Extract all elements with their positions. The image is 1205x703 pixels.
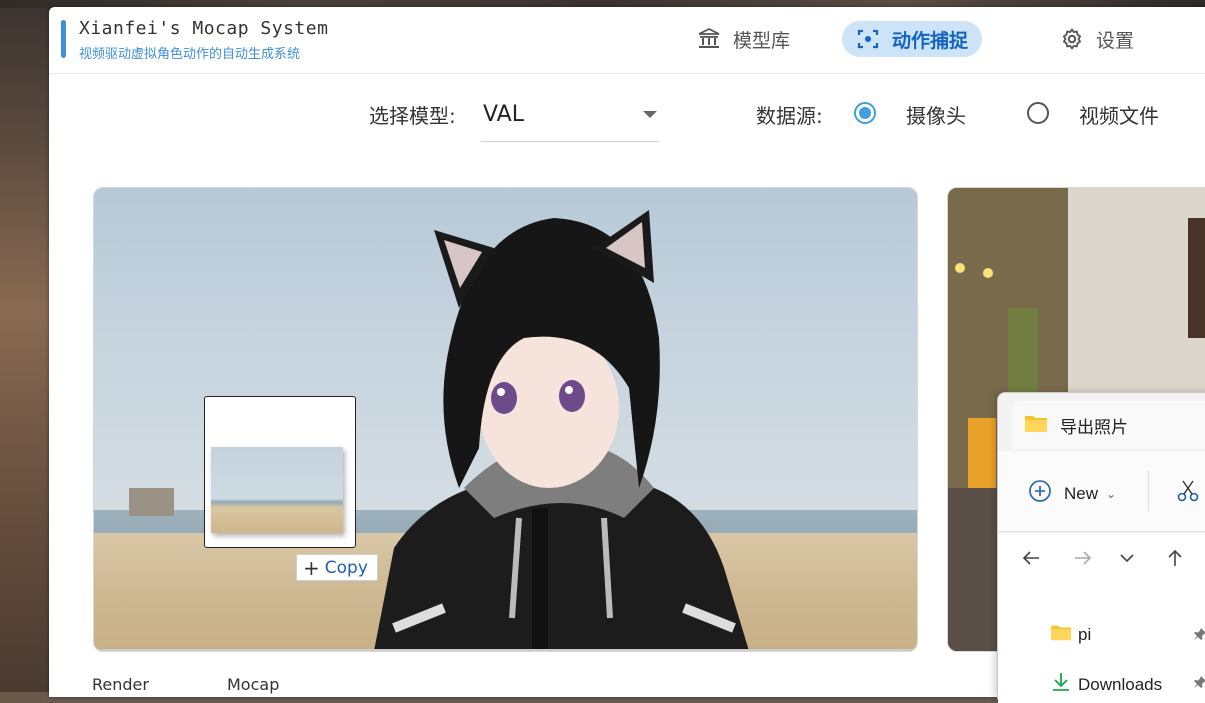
drag-copy-tooltip: + Copy (296, 554, 378, 581)
recent-chevron-icon[interactable] (1118, 549, 1136, 572)
data-source-label: 数据源: (756, 104, 823, 128)
add-circle-icon (1028, 479, 1052, 508)
toolbar-divider (1148, 471, 1149, 511)
explorer-tab-title: 导出照片 (1060, 417, 1128, 437)
tab-mocap[interactable]: Mocap (227, 675, 279, 694)
drag-copy-label: Copy (324, 557, 368, 578)
plus-icon: + (303, 555, 320, 580)
brand-accent-bar (61, 20, 66, 58)
drag-thumbnail-image (211, 447, 343, 533)
back-arrow-icon[interactable] (1020, 547, 1042, 574)
nav-motion-capture[interactable]: 动作捕捉 (842, 21, 983, 57)
scissors-icon (1176, 480, 1200, 507)
nav-model-library-label: 模型库 (733, 29, 791, 52)
app-subtitle: 视频驱动虚拟角色动作的自动生成系统 (79, 47, 301, 62)
new-button[interactable]: New ⌄ (1028, 479, 1116, 508)
explorer-tab[interactable]: 导出照片 (1012, 401, 1205, 449)
pin-icon (1193, 627, 1205, 641)
cut-button[interactable] (1176, 479, 1200, 508)
explorer-nav-bar (998, 533, 1205, 583)
model-select-label: 选择模型: (369, 104, 456, 128)
gear-icon (1060, 27, 1084, 51)
radio-video-file-label[interactable]: 视频文件 (1079, 100, 1159, 129)
nav-model-library[interactable]: 模型库 (683, 21, 804, 57)
library-icon (697, 27, 721, 51)
radio-video-file[interactable] (1027, 102, 1049, 124)
pin-icon (1193, 675, 1205, 689)
forward-arrow-icon[interactable] (1072, 547, 1094, 574)
quick-access-item-pi[interactable]: pi (1050, 623, 1091, 646)
explorer-toolbar: New ⌄ (998, 451, 1205, 532)
folder-icon (1024, 413, 1048, 438)
drag-thumbnail (204, 396, 356, 548)
scan-icon (856, 27, 880, 51)
quick-access-item-downloads[interactable]: Downloads (1050, 671, 1162, 698)
app-header: Xianfei's Mocap System 视频驱动虚拟角色动作的自动生成系统… (49, 7, 1205, 74)
folder-icon (1050, 623, 1072, 646)
nav-motion-capture-label: 动作捕捉 (892, 29, 969, 52)
tab-render[interactable]: Render (92, 675, 149, 694)
render-bottom-border (94, 649, 917, 651)
chevron-down-icon: ⌄ (1106, 486, 1117, 501)
app-title: Xianfei's Mocap System (79, 18, 329, 39)
file-explorer-window: 导出照片 New ⌄ pi Downloads (997, 392, 1205, 703)
desktop-background (0, 0, 50, 692)
up-arrow-icon[interactable] (1164, 547, 1186, 574)
radio-camera[interactable] (854, 102, 876, 124)
nav-settings[interactable]: 设置 (1046, 21, 1148, 57)
radio-camera-label[interactable]: 摄像头 (906, 100, 966, 129)
explorer-quick-access: pi Downloads (998, 583, 1205, 703)
new-button-label: New (1064, 483, 1099, 503)
model-select-value: VAL (483, 102, 524, 127)
download-icon (1050, 671, 1072, 698)
quick-access-item-pi-label: pi (1078, 624, 1092, 644)
nav-settings-label: 设置 (1096, 29, 1135, 52)
model-select[interactable]: VAL (481, 95, 659, 142)
chevron-down-icon (643, 111, 657, 118)
